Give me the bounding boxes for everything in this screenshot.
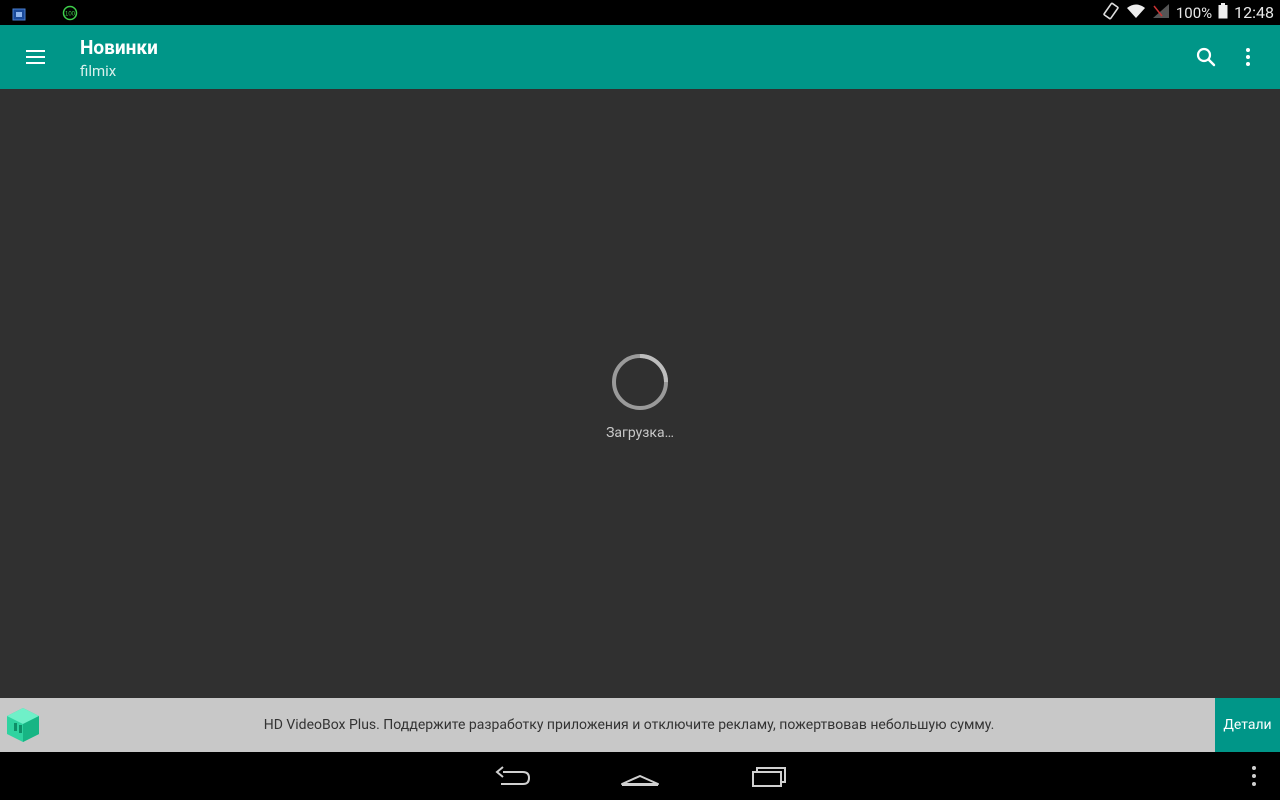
battery-icon xyxy=(1218,2,1228,23)
recents-icon[interactable] xyxy=(749,762,789,790)
menu-icon[interactable] xyxy=(22,44,50,70)
page-title: Новинки xyxy=(80,36,158,59)
overflow-icon[interactable] xyxy=(1234,762,1274,790)
clock: 12:48 xyxy=(1234,3,1274,22)
rotation-lock-icon xyxy=(1102,2,1120,24)
app-toolbar: Новинки filmix xyxy=(0,25,1280,89)
more-options-icon[interactable] xyxy=(1234,43,1262,71)
banner-message: HD VideoBox Plus. Поддержите разработку … xyxy=(263,717,995,733)
back-icon[interactable] xyxy=(493,762,533,790)
battery-percent: 100% xyxy=(1175,3,1213,22)
speed-indicator-icon: 100 xyxy=(62,5,78,25)
details-button[interactable]: Детали xyxy=(1215,698,1280,752)
page-subtitle: filmix xyxy=(80,62,117,80)
loading-text: Загрузка… xyxy=(606,425,674,441)
status-bar: 100 100% 12:48 xyxy=(0,0,1280,25)
wifi-icon xyxy=(1126,3,1146,23)
system-nav-bar xyxy=(0,752,1280,800)
donation-banner: HD VideoBox Plus. Поддержите разработку … xyxy=(0,698,1280,752)
loading-spinner xyxy=(610,352,670,412)
home-icon[interactable] xyxy=(620,762,660,790)
calendar-notification-icon xyxy=(12,6,26,25)
search-icon[interactable] xyxy=(1192,43,1220,71)
app-logo-icon xyxy=(4,706,42,744)
speed-indicator-value: 100 xyxy=(65,12,76,18)
no-signal-icon xyxy=(1152,3,1170,23)
